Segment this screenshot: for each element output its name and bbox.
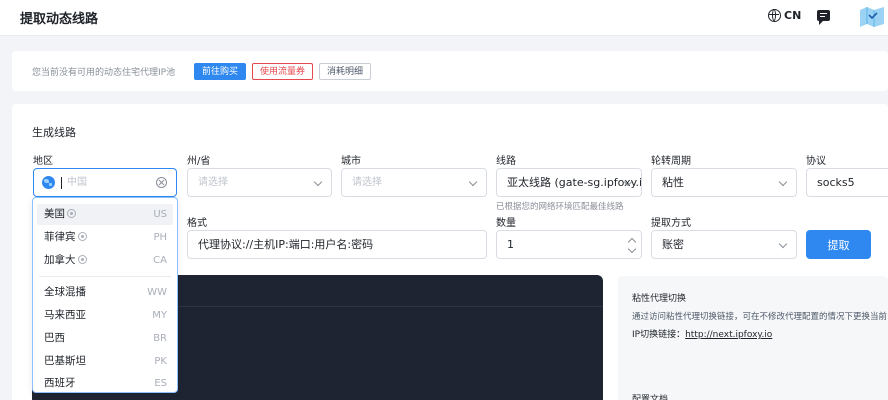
residential-badge-icon <box>77 232 87 241</box>
protocol-select[interactable]: socks5 <box>806 168 888 197</box>
protocol-value: socks5 <box>817 176 855 189</box>
dropdown-option-us[interactable]: 美国 US <box>37 204 173 225</box>
clear-icon[interactable] <box>156 177 167 188</box>
format-value: 代理协议://主机IP:端口:用户名:密码 <box>198 238 374 251</box>
dropdown-option-pk[interactable]: 巴基斯坦 PK <box>37 351 173 372</box>
chevron-down-icon <box>778 239 788 249</box>
text-cursor <box>61 177 62 189</box>
option-label: 巴西 <box>44 332 65 344</box>
option-label: 全球混播 <box>44 286 86 298</box>
switch-link-label: IP切换链接： <box>632 330 686 340</box>
use-coupon-button[interactable]: 使用流量券 <box>252 63 314 80</box>
route-value: 亚太线路 (gate-sg.ipfoxy.io) <box>507 176 642 189</box>
dropdown-option-br[interactable]: 巴西 BR <box>37 328 173 349</box>
option-label: 巴基斯坦 <box>44 355 86 367</box>
top-bar <box>0 0 888 36</box>
option-label: 西班牙 <box>44 377 76 389</box>
quantity-value: 1 <box>507 238 514 251</box>
option-label: 加拿大 <box>44 254 76 266</box>
map-icon[interactable] <box>858 5 886 29</box>
extract-method-value: 账密 <box>662 238 684 251</box>
city-select[interactable]: 请选择 <box>341 168 487 197</box>
dropdown-divider <box>39 276 171 277</box>
option-label: 马来西亚 <box>44 309 86 321</box>
message-icon[interactable] <box>817 10 830 25</box>
quantity-stepper[interactable]: 1 <box>496 230 642 259</box>
switch-link[interactable]: http://next.ipfoxy.io <box>685 330 772 340</box>
dropdown-option-my[interactable]: 马来西亚 MY <box>37 305 173 326</box>
option-code: US <box>153 209 167 220</box>
format-select[interactable]: 代理协议://主机IP:端口:用户名:密码 <box>187 230 487 259</box>
city-label: 城市 <box>341 156 361 167</box>
residential-badge-icon <box>77 255 87 264</box>
dropdown-option-ca[interactable]: 加拿大 CA <box>37 250 173 271</box>
option-label: 菲律宾 <box>44 231 76 243</box>
rotation-value: 粘性 <box>662 176 684 189</box>
city-placeholder: 请选择 <box>352 177 382 188</box>
option-code: ES <box>154 378 167 389</box>
dropdown-option-es[interactable]: 西班牙 ES <box>37 373 173 392</box>
usage-detail-button[interactable]: 消耗明细 <box>319 63 372 80</box>
quantity-label: 数量 <box>496 218 516 229</box>
option-code: WW <box>147 287 167 298</box>
region-select[interactable]: 中国 <box>33 168 177 197</box>
route-select[interactable]: 亚太线路 (gate-sg.ipfoxy.io) <box>496 168 642 197</box>
config-doc-title: 配置文档 <box>632 395 669 400</box>
globe-icon <box>42 176 55 189</box>
option-code: MY <box>152 310 167 321</box>
extract-method-label: 提取方式 <box>651 218 691 229</box>
chevron-down-icon <box>778 177 788 187</box>
region-label: 地区 <box>33 156 53 167</box>
residential-badge-icon <box>67 209 76 218</box>
state-label: 州/省 <box>187 156 211 167</box>
section-title: 生成线路 <box>32 126 76 139</box>
language-label: CN <box>784 9 802 22</box>
rotation-select[interactable]: 粘性 <box>651 168 797 197</box>
route-hint: 已根据您的网络环境匹配最佳线路 <box>496 202 624 212</box>
option-code: CA <box>153 255 167 266</box>
globe-icon <box>768 9 781 22</box>
dropdown-option-ph[interactable]: 菲律宾 PH <box>37 227 173 248</box>
chevron-down-icon <box>468 177 478 187</box>
state-placeholder: 请选择 <box>198 177 228 188</box>
region-dropdown[interactable]: 美国 US 菲律宾 PH 加拿大 CA 全球混播 WW 马来西亚 MY 巴西 B… <box>32 197 178 393</box>
protocol-label: 协议 <box>806 156 826 167</box>
notice-text: 您当前没有可用的动态住宅代理IP池 <box>32 68 176 78</box>
language-switcher[interactable]: CN <box>768 9 801 22</box>
option-label: 美国 <box>44 208 65 220</box>
sticky-switch-desc: 通过访问粘性代理切换链接，可在不修改代理配置的情况下更换当前 <box>632 312 888 322</box>
extract-button[interactable]: 提取 <box>806 230 871 259</box>
sticky-switch-title: 粘性代理切换 <box>632 294 687 304</box>
extract-method-select[interactable]: 账密 <box>651 230 797 259</box>
decrement-icon[interactable] <box>627 244 637 254</box>
option-code: PH <box>153 232 167 243</box>
format-label: 格式 <box>187 218 207 229</box>
state-select[interactable]: 请选择 <box>187 168 332 197</box>
rotation-label: 轮转周期 <box>651 156 691 167</box>
switch-link-row: IP切换链接：http://next.ipfoxy.io <box>632 327 772 340</box>
page-title: 提取动态线路 <box>20 12 99 27</box>
chevron-down-icon <box>313 177 323 187</box>
option-code: BR <box>153 333 167 344</box>
region-placeholder: 中国 <box>67 177 87 188</box>
dropdown-option-ww[interactable]: 全球混播 WW <box>37 282 173 303</box>
route-label: 线路 <box>496 156 516 167</box>
buy-button[interactable]: 前往购买 <box>194 63 247 80</box>
option-code: PK <box>154 356 167 367</box>
